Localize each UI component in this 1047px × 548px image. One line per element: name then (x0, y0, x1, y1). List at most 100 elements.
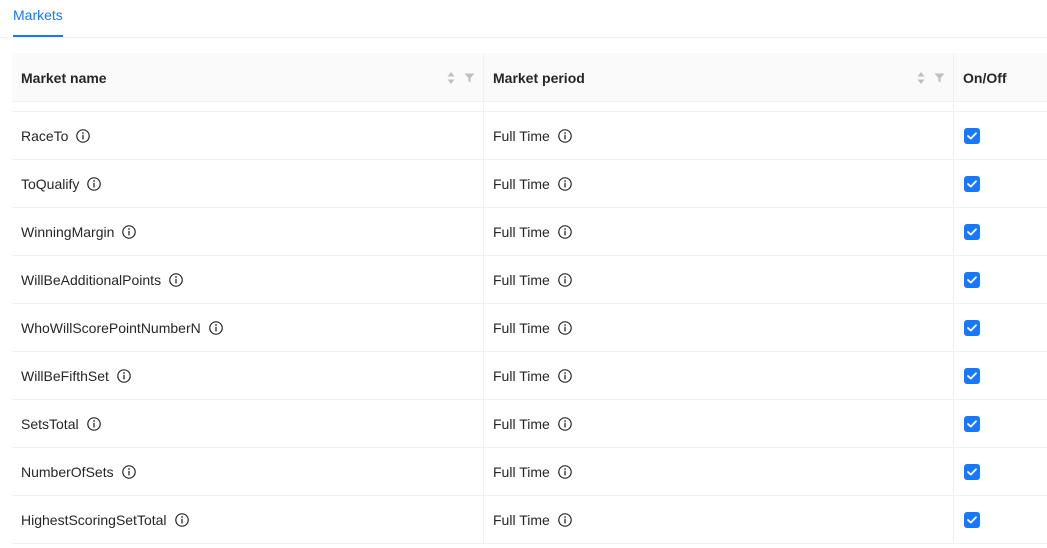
column-header-on-off: On/Off (953, 53, 1047, 102)
table-row: ToQualify Full Time (12, 160, 1047, 208)
market-period: Full Time (493, 512, 550, 528)
market-name-cell: WhoWillScorePointNumberN (12, 304, 483, 351)
on-off-cell (953, 496, 1047, 544)
table-header: Market name Market period On/Off (12, 53, 1047, 102)
info-circle-icon[interactable] (76, 128, 91, 143)
info-circle-icon[interactable] (557, 513, 572, 527)
market-name: RaceTo (21, 127, 69, 144)
table-body: RaceTo Full Time ToQualify Full Time Win… (12, 112, 1047, 544)
info-circle-icon[interactable] (557, 177, 572, 191)
market-name: WillBeAdditionalPoints (21, 271, 162, 288)
table-row: HighestScoringSetTotal Full Time (12, 496, 1047, 544)
enabled-checkbox[interactable] (964, 368, 980, 384)
column-header-label: Market period (493, 69, 585, 86)
market-name-cell: WinningMargin (12, 208, 483, 255)
info-circle-icon[interactable] (87, 176, 102, 191)
market-name: SetsTotal (21, 415, 79, 432)
info-circle-icon[interactable] (557, 129, 572, 143)
info-circle-icon[interactable] (117, 368, 131, 383)
info-circle-icon[interactable] (557, 465, 572, 479)
market-period: Full Time (493, 224, 550, 240)
market-period-cell: Full Time (483, 208, 953, 256)
market-name: WhoWillScorePointNumberN (21, 319, 201, 336)
enabled-checkbox[interactable] (964, 416, 980, 432)
table-row: WhoWillScorePointNumberN Full Time (12, 304, 1047, 352)
info-circle-icon[interactable] (557, 225, 572, 239)
market-name-cell: WillBeFifthSet (12, 352, 483, 399)
market-period-cell: Full Time (483, 256, 953, 304)
on-off-cell (953, 448, 1047, 496)
market-period-cell: Full Time (483, 448, 953, 496)
info-circle-icon[interactable] (557, 369, 572, 383)
market-name-cell: RaceTo (12, 112, 483, 159)
info-circle-icon[interactable] (86, 416, 101, 431)
enabled-checkbox[interactable] (964, 320, 980, 336)
on-off-cell (953, 304, 1047, 352)
market-period-cell: Full Time (483, 112, 953, 160)
table-row: WinningMargin Full Time (12, 208, 1047, 256)
active-tab-indicator (13, 35, 63, 37)
info-circle-icon[interactable] (557, 417, 572, 431)
info-circle-icon[interactable] (169, 272, 183, 287)
table-row: WillBeAdditionalPoints Full Time (12, 256, 1047, 304)
column-header-market-name: Market name (12, 53, 483, 102)
on-off-cell (953, 352, 1047, 400)
check-icon (967, 324, 977, 332)
table-row: RaceTo Full Time (12, 112, 1047, 160)
check-icon (967, 276, 977, 284)
enabled-checkbox[interactable] (964, 512, 980, 528)
info-circle-icon[interactable] (122, 224, 137, 239)
on-off-cell (953, 208, 1047, 256)
enabled-checkbox[interactable] (964, 128, 980, 144)
check-icon (967, 468, 977, 476)
column-header-label: On/Off (963, 69, 1007, 86)
info-circle-icon[interactable] (121, 464, 136, 479)
market-period: Full Time (493, 272, 550, 288)
check-icon (967, 180, 977, 188)
column-header-label: Market name (21, 69, 107, 86)
tab-bar: Markets (0, 0, 1047, 38)
market-period: Full Time (493, 320, 550, 336)
check-icon (967, 228, 977, 236)
market-name: WinningMargin (21, 223, 115, 240)
market-name-cell: HighestScoringSetTotal (12, 496, 483, 543)
market-name-cell: ToQualify (12, 160, 483, 207)
table-row: SetsTotal Full Time (12, 400, 1047, 448)
enabled-checkbox[interactable] (964, 176, 980, 192)
enabled-checkbox[interactable] (964, 464, 980, 480)
market-name-cell: NumberOfSets (12, 448, 483, 495)
market-period-cell: Full Time (483, 496, 953, 544)
check-icon (967, 372, 977, 380)
market-period-cell: Full Time (483, 304, 953, 352)
market-name: WillBeFifthSet (21, 367, 109, 384)
check-icon (967, 132, 977, 140)
info-circle-icon[interactable] (208, 320, 223, 335)
market-period: Full Time (493, 368, 550, 384)
market-name: HighestScoringSetTotal (21, 511, 167, 528)
market-period: Full Time (493, 464, 550, 480)
market-name-cell: SetsTotal (12, 400, 483, 447)
sort-icon[interactable] (447, 71, 455, 85)
on-off-cell (953, 112, 1047, 160)
table-row: NumberOfSets Full Time (12, 448, 1047, 496)
info-circle-icon[interactable] (174, 512, 189, 527)
check-icon (967, 516, 977, 524)
on-off-cell (953, 256, 1047, 304)
sort-icon[interactable] (917, 71, 925, 85)
filter-icon[interactable] (464, 73, 475, 83)
on-off-cell (953, 160, 1047, 208)
table-row: WillBeFifthSet Full Time (12, 352, 1047, 400)
info-circle-icon[interactable] (557, 321, 572, 335)
enabled-checkbox[interactable] (964, 272, 980, 288)
market-name: NumberOfSets (21, 463, 114, 480)
market-name-cell: WillBeAdditionalPoints (12, 256, 483, 303)
markets-table: Market name Market period On/Off RaceTo … (12, 53, 1047, 548)
column-header-market-period: Market period (483, 53, 953, 102)
tab-markets[interactable]: Markets (13, 7, 63, 23)
filter-icon[interactable] (934, 73, 945, 83)
market-period-cell: Full Time (483, 400, 953, 448)
enabled-checkbox[interactable] (964, 224, 980, 240)
market-name: ToQualify (21, 175, 80, 192)
info-circle-icon[interactable] (557, 273, 572, 287)
check-icon (967, 420, 977, 428)
